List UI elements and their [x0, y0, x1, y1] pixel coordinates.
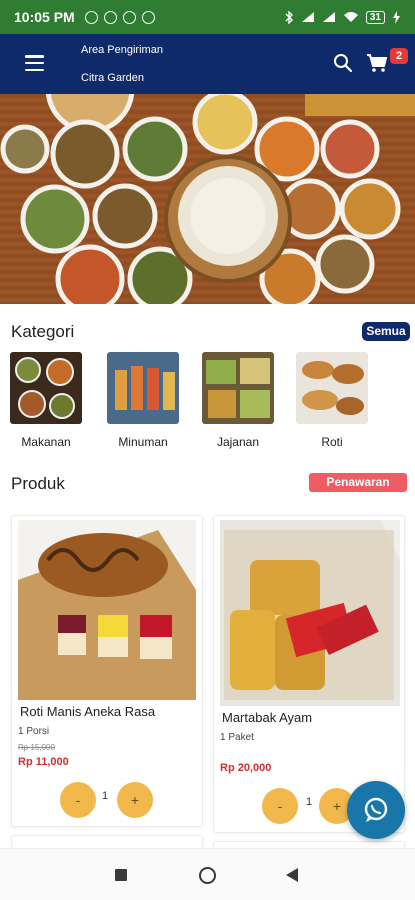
wifi-icon	[343, 12, 358, 22]
product-name: Martabak Ayam	[222, 710, 313, 725]
see-all-categories-button[interactable]: Semua	[362, 322, 410, 341]
product-name: Roti Manis Aneka Rasa	[20, 704, 156, 719]
products-title: Produk	[11, 474, 65, 493]
product-card-partial[interactable]	[213, 841, 405, 848]
nav-recents-icon[interactable]	[115, 869, 127, 881]
delivery-area-value[interactable]: Citra Garden	[81, 72, 144, 84]
category-image	[107, 352, 179, 424]
category-item-roti[interactable]: Roti	[295, 352, 369, 449]
charging-icon	[393, 10, 400, 24]
food-spread-illustration	[0, 94, 415, 304]
status-time: 10:05 PM	[14, 9, 75, 25]
product-unit: 1 Porsi	[18, 726, 50, 737]
signal-icon	[322, 12, 335, 22]
increase-quantity-button[interactable]: +	[117, 782, 153, 818]
hero-banner-image[interactable]	[0, 94, 415, 304]
product-old-price: Rp 15,000	[18, 743, 55, 752]
product-image	[220, 520, 400, 706]
cart-count-badge: 2	[390, 48, 408, 64]
signal-icon	[301, 12, 314, 22]
categories-title: Kategori	[11, 322, 75, 341]
quantity-value: 1	[102, 790, 109, 802]
notification-icon	[122, 10, 136, 24]
cart-icon[interactable]	[366, 52, 388, 74]
product-image	[18, 520, 196, 700]
decrease-quantity-button[interactable]: -	[60, 782, 96, 818]
category-image	[296, 352, 368, 424]
category-image	[202, 352, 274, 424]
category-item-jajanan[interactable]: Jajanan	[201, 352, 275, 449]
product-card[interactable]: Roti Manis Aneka Rasa 1 Porsi Rp 15,000 …	[11, 515, 203, 827]
nav-home-icon[interactable]	[199, 867, 216, 884]
search-icon[interactable]	[333, 53, 353, 73]
whatsapp-notification-icon	[103, 10, 117, 24]
notification-icons	[84, 10, 155, 24]
system-navigation-bar	[0, 848, 415, 900]
category-label: Makanan	[21, 435, 71, 449]
decrease-quantity-button[interactable]: -	[262, 788, 298, 824]
offers-button[interactable]: Penawaran	[309, 473, 407, 492]
app-bar: Area Pengiriman Citra Garden 2	[0, 34, 415, 94]
category-image	[10, 352, 82, 424]
delivery-area-label[interactable]: Area Pengiriman	[81, 44, 163, 56]
bluetooth-icon	[285, 10, 293, 24]
category-label: Roti	[321, 435, 343, 449]
category-item-minuman[interactable]: Minuman	[106, 352, 180, 449]
system-icons: 31	[284, 10, 401, 24]
product-card-partial[interactable]	[11, 835, 203, 852]
category-label: Minuman	[118, 435, 168, 449]
category-label: Jajanan	[216, 435, 260, 449]
battery-icon: 31	[365, 10, 385, 24]
whatsapp-icon	[364, 797, 388, 822]
menu-icon[interactable]	[25, 55, 44, 71]
product-unit: 1 Paket	[220, 732, 254, 743]
category-item-makanan[interactable]: Makanan	[9, 352, 83, 449]
product-price: Rp 20,000	[220, 762, 272, 774]
product-price: Rp 11,000	[18, 756, 69, 768]
nav-back-icon[interactable]	[286, 868, 298, 882]
quantity-value: 1	[306, 796, 313, 808]
status-bar: 10:05 PM 31	[0, 0, 415, 34]
notification-icon	[141, 10, 155, 24]
notification-icon	[84, 10, 98, 24]
whatsapp-chat-button[interactable]	[347, 781, 405, 839]
